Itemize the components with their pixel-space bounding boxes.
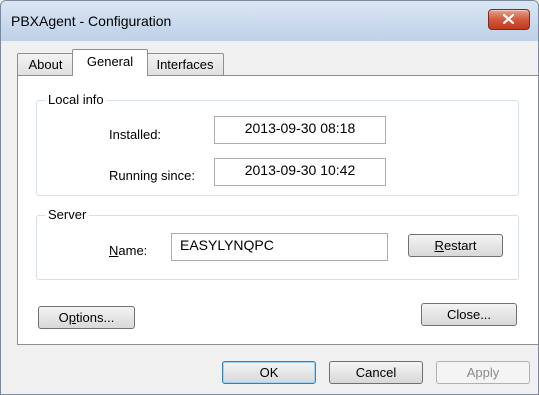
title-bar[interactable]: PBXAgent - Configuration — [1, 1, 538, 41]
ok-button[interactable]: OK — [222, 361, 316, 384]
installed-value: 2013-09-30 08:18 — [244, 120, 356, 136]
tab-general-label: General — [86, 54, 134, 69]
installed-field[interactable]: 2013-09-30 08:18 — [214, 116, 386, 144]
configuration-window: PBXAgent - Configuration About General I… — [0, 0, 539, 395]
local-info-group: Local info Installed: 2013-09-30 08:18 R… — [36, 92, 519, 196]
options-label-start: O — [58, 310, 69, 325]
close-button-label: Close... — [446, 307, 492, 322]
tab-general[interactable]: General — [72, 49, 148, 76]
window-close-button[interactable] — [488, 9, 530, 30]
options-button[interactable]: Options... — [38, 306, 135, 329]
restart-button[interactable]: Restart — [408, 234, 503, 257]
apply-button-label: Apply — [466, 365, 500, 380]
server-name-value: EASYLYNQPC — [180, 237, 274, 253]
local-info-group-label: Local info — [45, 92, 107, 107]
close-button[interactable]: Close... — [421, 303, 517, 326]
apply-button[interactable]: Apply — [436, 361, 530, 384]
tab-about[interactable]: About — [17, 53, 74, 76]
options-mnemonic: p — [68, 310, 77, 325]
tab-interfaces-label: Interfaces — [156, 57, 214, 72]
options-label-rest: tions... — [76, 310, 115, 325]
ok-button-label: OK — [259, 365, 279, 380]
running-since-label: Running since: — [109, 168, 195, 183]
close-icon — [503, 14, 514, 24]
tab-interfaces[interactable]: Interfaces — [146, 53, 224, 76]
general-tab-panel: Local info Installed: 2013-09-30 08:18 R… — [17, 75, 538, 345]
running-since-field[interactable]: 2013-09-30 10:42 — [214, 158, 386, 186]
server-group: Server Name: EASYLYNQPC Restart — [36, 207, 519, 280]
restart-label-rest: estart — [443, 238, 477, 253]
server-name-field[interactable]: EASYLYNQPC — [171, 233, 388, 261]
tab-about-label: About — [28, 57, 63, 72]
running-since-value: 2013-09-30 10:42 — [244, 162, 356, 178]
restart-mnemonic: R — [434, 238, 444, 253]
cancel-button[interactable]: Cancel — [329, 361, 423, 384]
name-label-mnemonic: N — [109, 243, 119, 258]
name-label: Name: — [109, 243, 147, 258]
server-group-label: Server — [45, 207, 90, 222]
cancel-button-label: Cancel — [355, 365, 397, 380]
window-title: PBXAgent - Configuration — [11, 13, 172, 29]
name-label-rest: ame: — [118, 243, 148, 258]
installed-label: Installed: — [109, 127, 162, 142]
